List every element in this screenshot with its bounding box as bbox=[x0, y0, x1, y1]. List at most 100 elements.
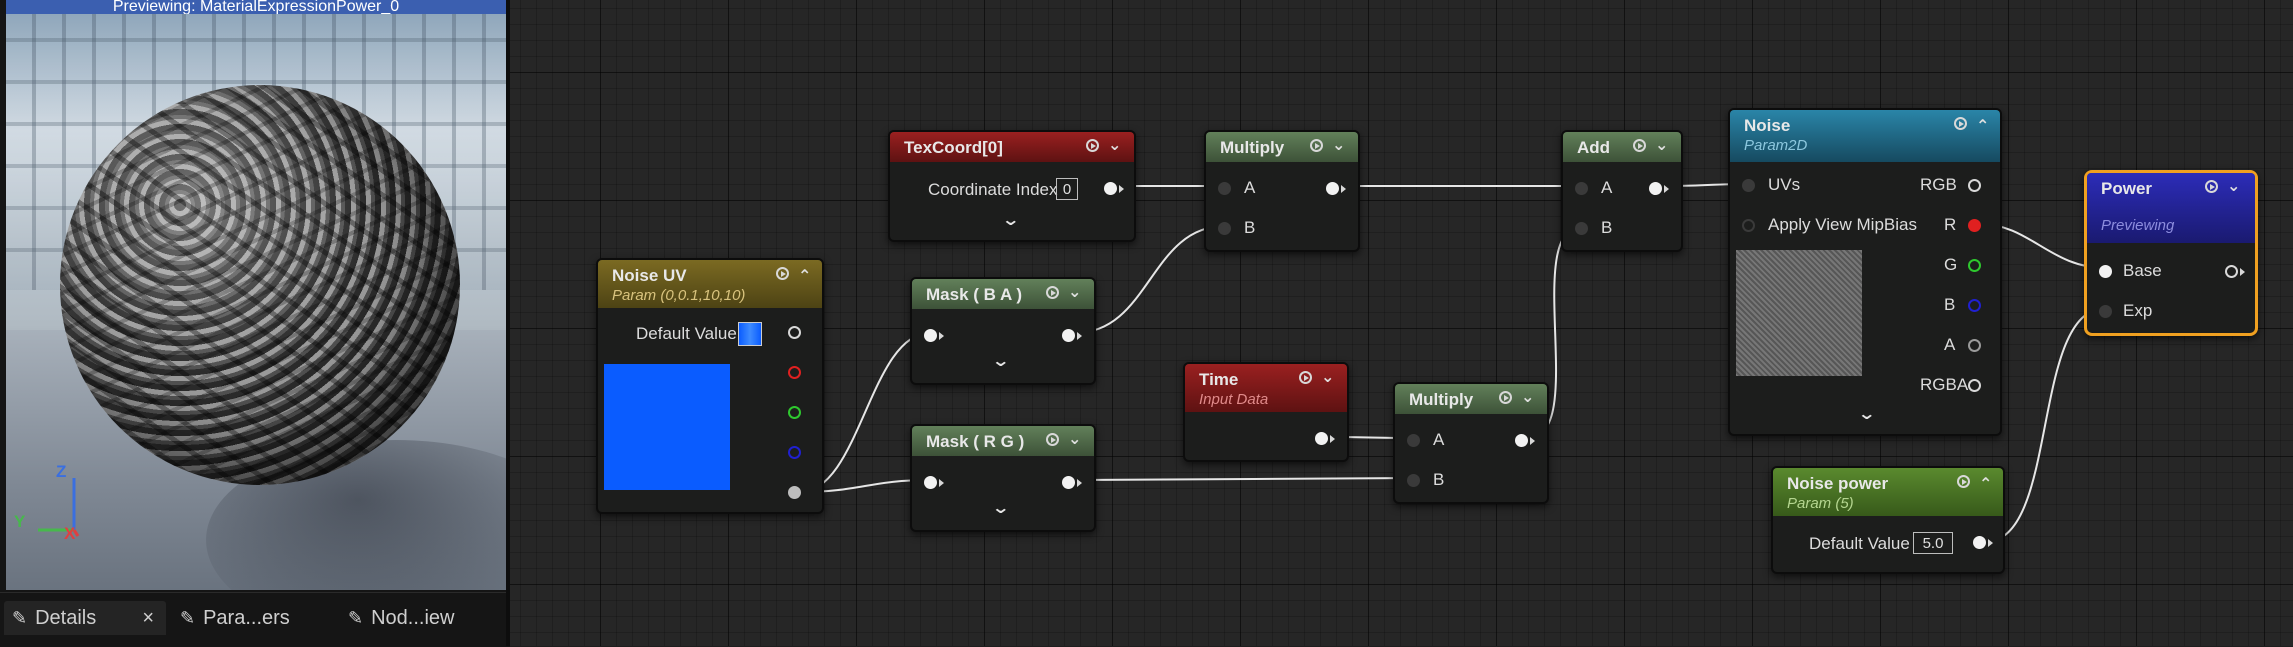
input-pin[interactable] bbox=[924, 329, 937, 342]
collapse-icon[interactable]: ⌄ bbox=[1068, 429, 1081, 449]
node-time[interactable]: Time Input Data ⌄ bbox=[1183, 362, 1349, 462]
input-pin-a[interactable] bbox=[1407, 434, 1420, 447]
node-mask-ba[interactable]: Mask ( B A ) ⌄ ⌄ bbox=[910, 277, 1096, 385]
output-pin[interactable] bbox=[1315, 432, 1328, 445]
node-add[interactable]: Add ⌄ A B bbox=[1561, 130, 1683, 252]
expand-icon[interactable]: ⌄ bbox=[1001, 210, 1020, 230]
collapse-icon[interactable]: ⌄ bbox=[1332, 135, 1345, 155]
expand-icon[interactable]: ⌄ bbox=[991, 498, 1010, 518]
output-pin[interactable] bbox=[1062, 329, 1075, 342]
preview-toggle-icon[interactable] bbox=[1310, 139, 1323, 152]
output-pin-rgba[interactable] bbox=[1968, 379, 1981, 392]
output-pin-a[interactable] bbox=[788, 486, 801, 499]
input-pin-a[interactable] bbox=[1575, 182, 1588, 195]
node-subtitle: Param2D bbox=[1744, 137, 1808, 154]
output-pin-r[interactable] bbox=[788, 366, 801, 379]
tab-details-label: Details bbox=[35, 606, 97, 629]
input-pin[interactable] bbox=[924, 476, 937, 489]
node-title: Mask ( R G ) bbox=[926, 432, 1025, 451]
preview-toggle-icon[interactable] bbox=[1633, 139, 1646, 152]
expand-icon[interactable]: ⌄ bbox=[1857, 404, 1876, 424]
preview-toggle-icon[interactable] bbox=[1954, 117, 1967, 130]
default-value-label: Default Value bbox=[636, 324, 737, 343]
output-pin-b[interactable] bbox=[788, 446, 801, 459]
collapse-icon[interactable]: ⌄ bbox=[1521, 387, 1534, 407]
node-texcoord[interactable]: TexCoord[0] ⌄ Coordinate Index 0 ⌄ bbox=[888, 130, 1136, 242]
node-noise[interactable]: Noise Param2D ⌃ UVs Apply View MipBias R… bbox=[1728, 108, 2002, 436]
collapse-icon[interactable]: ⌄ bbox=[1655, 135, 1668, 155]
input-pin-exp[interactable] bbox=[2099, 305, 2112, 318]
pin-a-label: A bbox=[1244, 178, 1256, 197]
output-pin-a[interactable] bbox=[1968, 339, 1981, 352]
tab-details[interactable]: ✎ Details × bbox=[4, 601, 166, 635]
node-multiply-1[interactable]: Multiply ⌄ A B bbox=[1204, 130, 1360, 252]
preview-toggle-icon[interactable] bbox=[1499, 391, 1512, 404]
node-mask-rg[interactable]: Mask ( R G ) ⌄ ⌄ bbox=[910, 424, 1096, 532]
output-pin[interactable] bbox=[2225, 265, 2238, 278]
output-pin[interactable] bbox=[1104, 182, 1117, 195]
node-noise-power[interactable]: Noise power Param (5) ⌃ Default Value 5.… bbox=[1771, 466, 2005, 574]
collapse-icon[interactable]: ⌄ bbox=[1108, 135, 1121, 155]
preview-toggle-icon[interactable] bbox=[1046, 286, 1059, 299]
collapse-icon[interactable]: ⌄ bbox=[1321, 367, 1334, 387]
preview-toggle-icon[interactable] bbox=[776, 267, 789, 280]
input-pin-mipbias[interactable] bbox=[1742, 219, 1755, 232]
preview-sphere bbox=[60, 85, 460, 485]
preview-toggle-icon[interactable] bbox=[1046, 433, 1059, 446]
output-r-label: R bbox=[1944, 215, 1957, 234]
output-pin[interactable] bbox=[1973, 536, 1986, 549]
collapse-icon[interactable]: ⌃ bbox=[798, 266, 811, 286]
output-pin-b[interactable] bbox=[1968, 299, 1981, 312]
bottom-tab-bar: ✎ Details × ✎ Para...ers ✎ Nod...iew bbox=[0, 592, 510, 647]
output-pin[interactable] bbox=[1649, 182, 1662, 195]
output-pin-g[interactable] bbox=[1968, 259, 1981, 272]
pin-b-label: B bbox=[1433, 470, 1445, 489]
node-title: Noise power bbox=[1787, 474, 1889, 493]
collapse-icon[interactable]: ⌃ bbox=[1976, 116, 1989, 136]
output-pin[interactable] bbox=[1326, 182, 1339, 195]
output-pin-g[interactable] bbox=[788, 406, 801, 419]
axis-z-label: Z bbox=[56, 462, 67, 481]
output-rgba-label: RGBA bbox=[1920, 375, 1969, 394]
color-swatch[interactable] bbox=[738, 322, 762, 346]
node-multiply-2[interactable]: Multiply ⌄ A B bbox=[1393, 382, 1549, 504]
tab-parameters[interactable]: ✎ Para...ers bbox=[172, 601, 332, 635]
output-pin[interactable] bbox=[1062, 476, 1075, 489]
output-arrow-icon bbox=[1077, 479, 1082, 487]
input-pin-uvs[interactable] bbox=[1742, 179, 1755, 192]
default-value-field[interactable]: 5.0 bbox=[1913, 532, 1953, 554]
input-pin-b[interactable] bbox=[1575, 222, 1588, 235]
output-a-label: A bbox=[1944, 335, 1956, 354]
collapse-icon[interactable]: ⌄ bbox=[1068, 282, 1081, 302]
collapse-icon[interactable]: ⌄ bbox=[2227, 176, 2240, 196]
node-noise-uv[interactable]: Noise UV Param (0,0.1,10,10) ⌃ Default V… bbox=[596, 258, 824, 514]
preview-toggle-icon[interactable] bbox=[1086, 139, 1099, 152]
input-pin-a[interactable] bbox=[1218, 182, 1231, 195]
input-pin-b[interactable] bbox=[1407, 474, 1420, 487]
output-arrow-icon bbox=[1119, 185, 1124, 193]
tab-parameters-label: Para...ers bbox=[203, 606, 290, 629]
output-pin[interactable] bbox=[1515, 434, 1528, 447]
node-power[interactable]: Power Previewing ⌄ Base Exp bbox=[2084, 170, 2258, 336]
preview-toggle-icon[interactable] bbox=[2205, 180, 2218, 193]
pin-b-label: B bbox=[1244, 218, 1256, 237]
preview-toggle-icon[interactable] bbox=[1957, 475, 1970, 488]
input-pin-base[interactable] bbox=[2099, 265, 2112, 278]
output-pin-r[interactable] bbox=[1968, 219, 1981, 232]
node-title: Noise UV bbox=[612, 266, 687, 285]
output-pin-rgb[interactable] bbox=[1968, 179, 1981, 192]
coordinate-index-label: Coordinate Index bbox=[928, 180, 1058, 199]
node-title: Multiply bbox=[1409, 390, 1474, 409]
output-pin-rgb[interactable] bbox=[788, 326, 801, 339]
node-subtitle: Param (5) bbox=[1787, 495, 1854, 512]
tab-node-preview[interactable]: ✎ Nod...iew bbox=[340, 601, 505, 635]
coordinate-index-field[interactable]: 0 bbox=[1056, 178, 1078, 200]
output-arrow-icon bbox=[1330, 435, 1335, 443]
collapse-icon[interactable]: ⌃ bbox=[1979, 474, 1992, 494]
expand-icon[interactable]: ⌄ bbox=[991, 351, 1010, 371]
preview-toggle-icon[interactable] bbox=[1299, 371, 1312, 384]
pencil-icon: ✎ bbox=[12, 607, 28, 628]
close-icon[interactable]: × bbox=[142, 607, 154, 630]
input-pin-b[interactable] bbox=[1218, 222, 1231, 235]
pin-a-label: A bbox=[1601, 178, 1613, 197]
